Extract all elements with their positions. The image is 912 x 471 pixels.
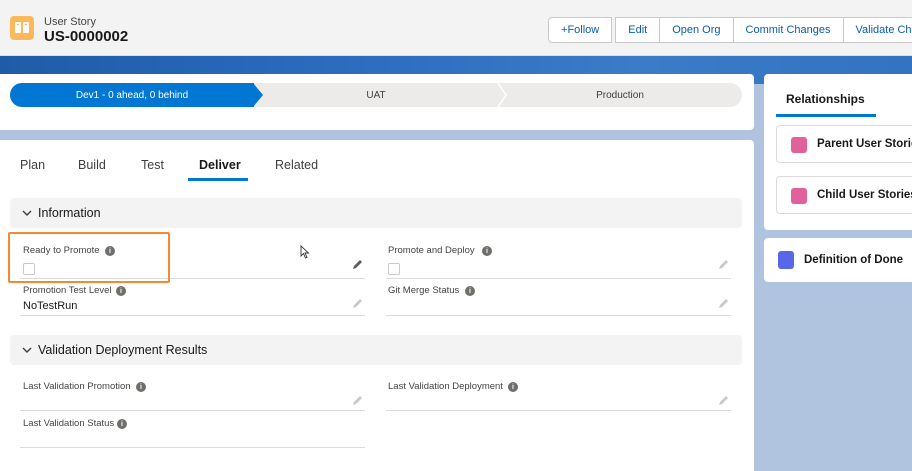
edit-pencil-icon[interactable] — [718, 298, 729, 309]
edit-pencil-icon[interactable] — [352, 395, 363, 406]
field-divider — [20, 447, 365, 448]
action-bar: + Follow Edit Open Org Commit Changes Va… — [548, 17, 912, 43]
validate-changes-button[interactable]: Validate Changes — [842, 17, 912, 43]
record-tabs: Plan Build Test Deliver Related — [0, 140, 754, 184]
tab-build[interactable]: Build — [78, 158, 106, 172]
chevron-down-icon — [22, 347, 32, 353]
chevron-down-icon — [22, 210, 32, 216]
child-user-stories-label: Child User Stories — [817, 189, 912, 201]
info-icon[interactable]: i — [508, 382, 518, 392]
mouse-cursor-icon — [300, 245, 310, 259]
child-user-stories-tile[interactable]: Child User Stories — [776, 176, 912, 214]
follow-button[interactable]: + Follow — [548, 17, 613, 43]
section-validation-title: Validation Deployment Results — [38, 343, 208, 357]
field-divider — [386, 410, 731, 411]
tab-related[interactable]: Related — [275, 158, 318, 172]
field-divider — [20, 410, 365, 411]
active-tab-indicator — [776, 114, 876, 117]
edit-button[interactable]: Edit — [615, 17, 661, 43]
last-validation-deployment-label: Last Validation Deployment — [388, 381, 503, 392]
path-step-uat[interactable]: UAT — [254, 83, 498, 107]
open-org-button[interactable]: Open Org — [659, 17, 734, 43]
path-chevron-separator — [497, 83, 507, 107]
record-header: User Story US-0000002 + Follow Edit Open… — [0, 0, 912, 56]
tab-test[interactable]: Test — [141, 158, 164, 172]
path-arrow-separator — [253, 83, 263, 107]
git-merge-status-label: Git Merge Status — [388, 285, 460, 296]
last-validation-promotion-label: Last Validation Promotion — [23, 381, 131, 392]
info-icon[interactable]: i — [482, 246, 492, 256]
definition-of-done-card[interactable]: Definition of Done — [764, 238, 912, 282]
active-tab-indicator — [188, 178, 248, 181]
record-title: US-0000002 — [44, 28, 129, 45]
edit-pencil-icon[interactable] — [718, 259, 729, 270]
clipboard-icon — [778, 251, 794, 269]
user-story-icon — [10, 16, 34, 40]
field-divider — [386, 278, 731, 279]
edit-pencil-icon[interactable] — [352, 298, 363, 309]
tab-deliver[interactable]: Deliver — [199, 158, 241, 172]
parent-user-stories-tile[interactable]: Parent User Stories — [776, 125, 912, 163]
promote-and-deploy-checkbox[interactable] — [388, 263, 400, 275]
info-icon[interactable]: i — [136, 382, 146, 392]
section-information-header[interactable]: Information — [10, 198, 742, 228]
highlight-box — [8, 232, 170, 283]
field-divider — [20, 315, 365, 316]
tab-relationships[interactable]: Relationships — [786, 92, 865, 106]
parent-user-stories-label: Parent User Stories — [817, 138, 912, 150]
folder-icon — [791, 188, 807, 204]
section-validation-header[interactable]: Validation Deployment Results — [10, 335, 742, 365]
follow-label: Follow — [567, 24, 600, 36]
definition-of-done-label: Definition of Done — [804, 254, 904, 266]
last-validation-status-label: Last Validation Status — [23, 418, 115, 429]
object-label: User Story — [44, 16, 96, 28]
info-icon[interactable]: i — [465, 286, 475, 296]
promotion-test-level-value: NoTestRun — [23, 300, 78, 312]
promote-and-deploy-label: Promote and Deploy — [388, 245, 475, 256]
path-step-production[interactable]: Production — [498, 83, 742, 107]
relationships-card: Relationships Parent User Stories Child … — [764, 74, 912, 230]
pipeline-path: Dev1 - 0 ahead, 0 behind UAT Production — [10, 83, 742, 107]
edit-pencil-icon[interactable] — [352, 259, 363, 270]
path-step-dev1[interactable]: Dev1 - 0 ahead, 0 behind — [10, 83, 254, 107]
promotion-test-level-label: Promotion Test Level — [23, 285, 112, 296]
section-information-title: Information — [38, 206, 101, 220]
info-icon[interactable]: i — [117, 419, 127, 429]
commit-changes-button[interactable]: Commit Changes — [732, 17, 844, 43]
info-icon[interactable]: i — [116, 286, 126, 296]
edit-pencil-icon[interactable] — [718, 395, 729, 406]
folder-icon — [791, 137, 807, 153]
field-divider — [386, 315, 731, 316]
path-card: Dev1 - 0 ahead, 0 behind UAT Production — [0, 74, 754, 130]
tab-plan[interactable]: Plan — [20, 158, 45, 172]
